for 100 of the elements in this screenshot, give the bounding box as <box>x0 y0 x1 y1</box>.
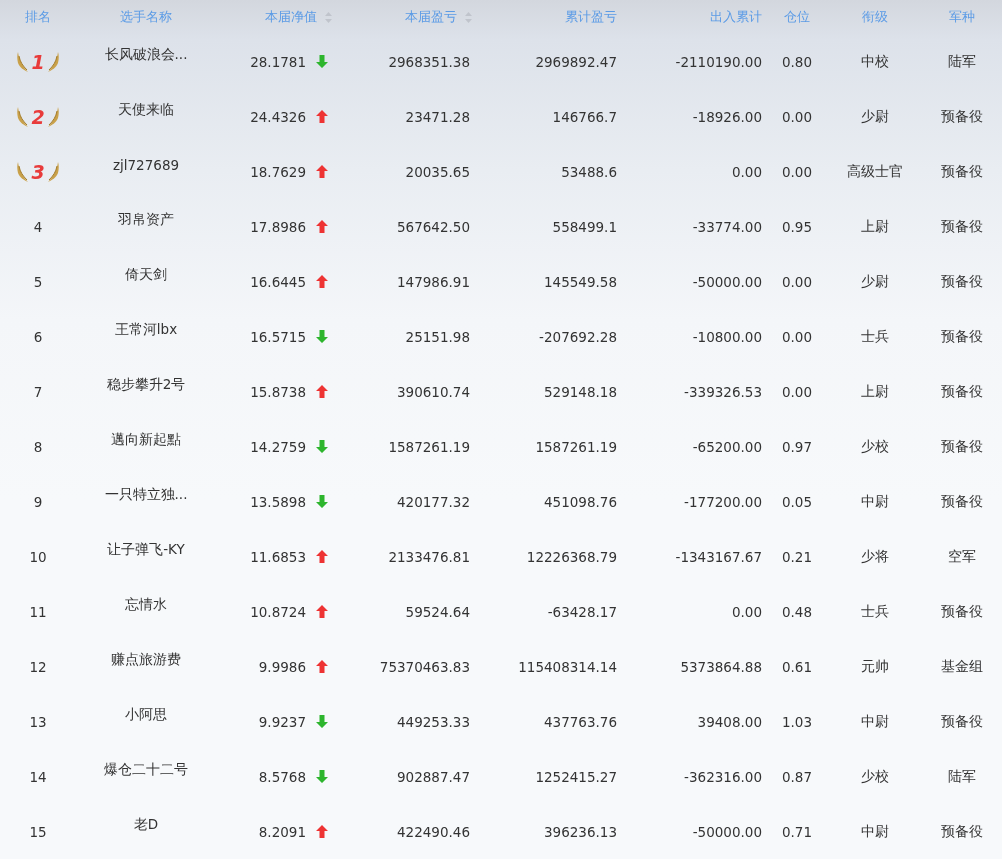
player-name[interactable]: 爆仓二十二号 <box>104 760 188 779</box>
player-name[interactable]: 倚天剑 <box>125 265 167 284</box>
table-cell: 145549.58 <box>544 273 617 290</box>
net-value: 17.8986 <box>250 218 306 235</box>
table-cell: 0.00 <box>731 163 762 180</box>
table-cell: 449253.33 <box>397 713 470 730</box>
rank-number: 4 <box>33 218 43 235</box>
net-value: 8.2091 <box>258 823 306 840</box>
table-cell: 75370463.83 <box>379 658 470 675</box>
table-cell: 0.97 <box>781 438 813 455</box>
table-cell: 902887.47 <box>397 768 470 785</box>
table-cell: 1.03 <box>781 713 813 730</box>
rank-number: 3 <box>31 160 45 183</box>
table-cell: 2968351.38 <box>388 53 470 70</box>
net-value: 16.6445 <box>250 273 306 290</box>
table-cell: 396236.13 <box>544 823 617 840</box>
table-cell: 预备役 <box>941 382 983 401</box>
player-name[interactable]: 老D <box>133 815 159 834</box>
player-name[interactable]: 赚点旅游费 <box>111 650 181 669</box>
table-cell: 0.48 <box>781 603 813 620</box>
table-cell: 0.80 <box>781 53 813 70</box>
table-cell: 0.00 <box>781 328 813 345</box>
table-cell: 2969892.47 <box>535 53 617 70</box>
table-cell: 少校 <box>861 437 889 456</box>
player-name[interactable]: 让子弹飞-KY <box>107 540 185 559</box>
table-cell: -362316.00 <box>684 768 762 785</box>
table-cell: 1587261.19 <box>388 438 470 455</box>
table-cell: 中尉 <box>861 712 889 731</box>
table-cell: 0.21 <box>781 548 813 565</box>
player-name[interactable]: 邁向新起點 <box>111 430 181 449</box>
table-cell: -33774.00 <box>692 218 762 235</box>
net-value: 28.1781 <box>250 53 306 70</box>
rank-number: 11 <box>29 603 47 620</box>
table-cell: 预备役 <box>941 162 983 181</box>
table-cell: 中校 <box>861 52 889 71</box>
table-cell: 451098.76 <box>544 493 617 510</box>
table-cell: 0.61 <box>781 658 813 675</box>
table-cell: 高级士官 <box>847 162 903 181</box>
table-cell: 0.00 <box>781 383 813 400</box>
player-name[interactable]: 羽帛资产 <box>118 210 174 229</box>
table-cell: 0.87 <box>781 768 813 785</box>
rank-number: 2 <box>31 105 45 128</box>
table-cell: 预备役 <box>941 712 983 731</box>
table-cell: 预备役 <box>941 602 983 621</box>
net-value: 14.2759 <box>250 438 306 455</box>
table-cell: -50000.00 <box>692 823 762 840</box>
table-cell: 预备役 <box>941 107 983 126</box>
table-cell: 23471.28 <box>405 108 470 125</box>
table-cell: 基金组 <box>941 657 983 676</box>
table-cell: 少将 <box>861 547 889 566</box>
sort-icon[interactable] <box>325 11 332 23</box>
rank-number: 8 <box>33 438 43 455</box>
table-cell: 预备役 <box>941 272 983 291</box>
player-name[interactable]: 忘情水 <box>125 595 167 614</box>
rank-number: 13 <box>29 713 47 730</box>
table-cell: 0.00 <box>781 108 813 125</box>
table-cell: 1252415.27 <box>535 768 617 785</box>
player-name[interactable]: 一只特立独... <box>104 485 188 504</box>
table-cell: 53488.6 <box>561 163 617 180</box>
table-cell: 115408314.14 <box>518 658 617 675</box>
table-cell: 390610.74 <box>397 383 470 400</box>
table-cell: 陆军 <box>948 52 976 71</box>
table-cell: -10800.00 <box>692 328 762 345</box>
table-cell: 437763.76 <box>544 713 617 730</box>
rank-number: 1 <box>31 50 45 73</box>
player-name[interactable]: 长风破浪会... <box>104 45 188 64</box>
net-value: 24.4326 <box>250 108 306 125</box>
table-cell: 420177.32 <box>397 493 470 510</box>
table-cell: 20035.65 <box>405 163 470 180</box>
net-value: 8.5768 <box>258 768 306 785</box>
table-cell: 25151.98 <box>405 328 470 345</box>
rank-number: 15 <box>29 823 47 840</box>
table-cell: 0.00 <box>781 273 813 290</box>
table-cell: 上尉 <box>861 382 889 401</box>
table-cell: 558499.1 <box>552 218 617 235</box>
table-cell: 中尉 <box>861 492 889 511</box>
rank-number: 10 <box>29 548 47 565</box>
sort-icon[interactable] <box>465 11 472 23</box>
rank-number: 14 <box>29 768 47 785</box>
player-name[interactable]: 天使来临 <box>118 100 174 119</box>
table-cell: 0.05 <box>781 493 813 510</box>
table-cell: 士兵 <box>861 327 889 346</box>
table-cell: 预备役 <box>941 437 983 456</box>
net-value: 18.7629 <box>250 163 306 180</box>
table-cell: 预备役 <box>941 327 983 346</box>
table-cell: 0.00 <box>781 163 813 180</box>
net-value: 15.8738 <box>250 383 306 400</box>
player-name[interactable]: 王常河lbx <box>114 320 178 339</box>
rank-number: 12 <box>29 658 47 675</box>
player-name[interactable]: 稳步攀升2号 <box>106 375 186 394</box>
table-cell: 422490.46 <box>397 823 470 840</box>
net-value: 16.5715 <box>250 328 306 345</box>
player-name[interactable]: 小阿思 <box>125 705 167 724</box>
table-cell: -2110190.00 <box>675 53 762 70</box>
net-value: 13.5898 <box>250 493 306 510</box>
table-cell: -207692.28 <box>539 328 617 345</box>
table-cell: -63428.17 <box>547 603 617 620</box>
table-cell: 少尉 <box>861 272 889 291</box>
player-name[interactable]: zjl727689 <box>112 156 180 173</box>
table-cell: 529148.18 <box>544 383 617 400</box>
